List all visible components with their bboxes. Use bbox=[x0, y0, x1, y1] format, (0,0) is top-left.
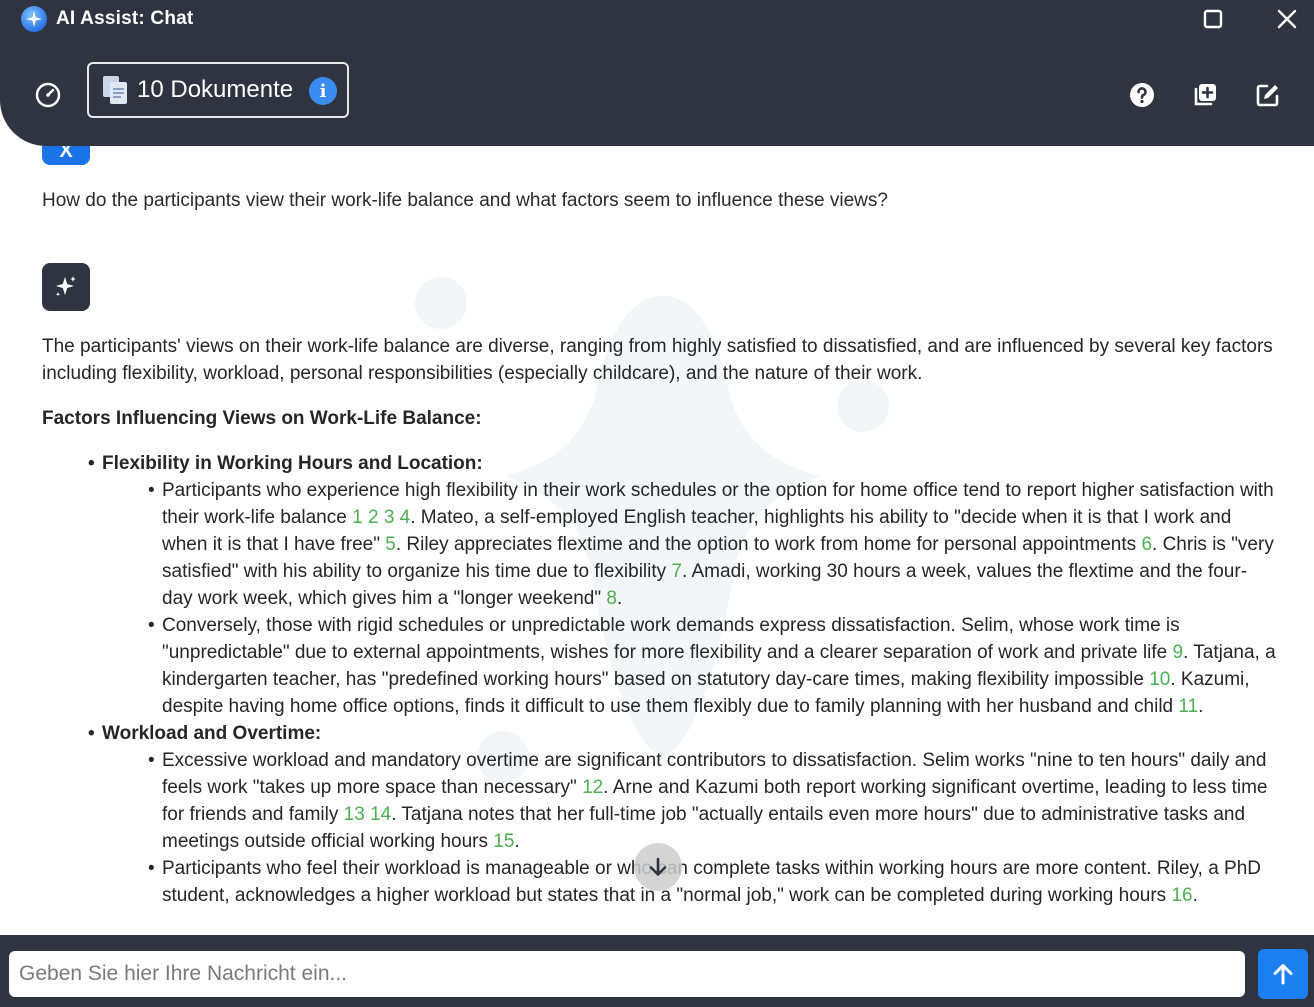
citation-link[interactable]: 3 bbox=[384, 507, 395, 528]
close-window-button[interactable] bbox=[1272, 4, 1302, 34]
arrow-down-icon bbox=[649, 857, 667, 876]
answer-text: . bbox=[616, 588, 623, 609]
citation-link[interactable]: 8 bbox=[606, 588, 617, 609]
answer-sections-list: Flexibility in Working Hours and Locatio… bbox=[42, 450, 1277, 909]
scroll-down-button[interactable] bbox=[634, 843, 682, 891]
answer-heading: Factors Influencing Views on Work-Life B… bbox=[42, 408, 482, 429]
answer-text: . bbox=[1192, 885, 1198, 906]
citation-link[interactable]: 9 bbox=[1172, 642, 1183, 663]
citation-link[interactable]: 6 bbox=[1141, 534, 1152, 555]
documents-button[interactable]: 10 Dokumente i bbox=[87, 62, 349, 118]
answer-point: Participants who experience high flexibi… bbox=[102, 477, 1277, 612]
sparkle-logo-icon bbox=[21, 6, 47, 32]
citation-link[interactable]: 16 bbox=[1171, 885, 1192, 906]
citation-link[interactable]: 5 bbox=[385, 534, 396, 555]
answer-text: . bbox=[514, 831, 520, 852]
user-avatar: X bbox=[42, 146, 90, 165]
answer-point: Excessive workload and mandatory overtim… bbox=[102, 747, 1277, 855]
ai-avatar bbox=[42, 263, 90, 311]
ai-answer: The participants' views on their work-li… bbox=[42, 333, 1277, 909]
citation-link[interactable]: 4 bbox=[400, 507, 411, 528]
window-title: AI Assist: Chat bbox=[56, 8, 194, 29]
documents-count-label: 10 Dokumente bbox=[137, 76, 294, 103]
section-points-list: Excessive workload and mandatory overtim… bbox=[102, 747, 1277, 909]
answer-intro: The participants' views on their work-li… bbox=[42, 336, 1273, 384]
chat-header: 10 Dokumente i bbox=[0, 38, 1314, 146]
maximize-button[interactable] bbox=[1198, 4, 1228, 34]
citation-link[interactable]: 2 bbox=[368, 507, 379, 528]
answer-point: Conversely, those with rigid schedules o… bbox=[102, 612, 1277, 720]
answer-text: . bbox=[1198, 696, 1204, 717]
answer-point: Participants who feel their workload is … bbox=[102, 855, 1277, 909]
title-bar: AI Assist: Chat bbox=[0, 0, 1314, 38]
citation-link[interactable]: 12 bbox=[582, 777, 603, 798]
citation-link[interactable]: 11 bbox=[1178, 696, 1198, 717]
message-composer bbox=[0, 935, 1314, 1007]
answer-text: . Riley appreciates flextime and the opt… bbox=[395, 534, 1142, 555]
citation-link[interactable]: 14 bbox=[370, 804, 391, 825]
info-icon[interactable]: i bbox=[309, 77, 337, 105]
dashboard-gauge-icon[interactable] bbox=[28, 75, 68, 115]
message-input[interactable] bbox=[9, 951, 1245, 997]
section-title: Flexibility in Working Hours and Locatio… bbox=[102, 453, 483, 474]
documents-icon bbox=[101, 75, 129, 105]
user-question-text: How do the participants view their work-… bbox=[42, 190, 888, 211]
new-chat-copy-icon[interactable] bbox=[1185, 75, 1225, 115]
chat-transcript[interactable]: X How do the participants view their wor… bbox=[0, 146, 1314, 935]
send-button[interactable] bbox=[1258, 949, 1308, 999]
citation-link[interactable]: 13 bbox=[344, 804, 365, 825]
citation-link[interactable]: 15 bbox=[493, 831, 514, 852]
section-points-list: Participants who experience high flexibi… bbox=[102, 477, 1277, 720]
citation-link[interactable]: 1 bbox=[352, 507, 363, 528]
arrow-up-icon bbox=[1273, 964, 1293, 985]
help-icon[interactable] bbox=[1122, 75, 1162, 115]
answer-section: Flexibility in Working Hours and Locatio… bbox=[42, 450, 1277, 720]
answer-text: Conversely, those with rigid schedules o… bbox=[162, 615, 1180, 663]
section-title: Workload and Overtime: bbox=[102, 723, 321, 744]
citation-link[interactable]: 10 bbox=[1149, 669, 1170, 690]
citation-link[interactable]: 7 bbox=[671, 561, 682, 582]
edit-icon[interactable] bbox=[1248, 75, 1288, 115]
sparkle-icon bbox=[55, 276, 76, 297]
answer-text: Participants who feel their workload is … bbox=[162, 858, 1262, 906]
